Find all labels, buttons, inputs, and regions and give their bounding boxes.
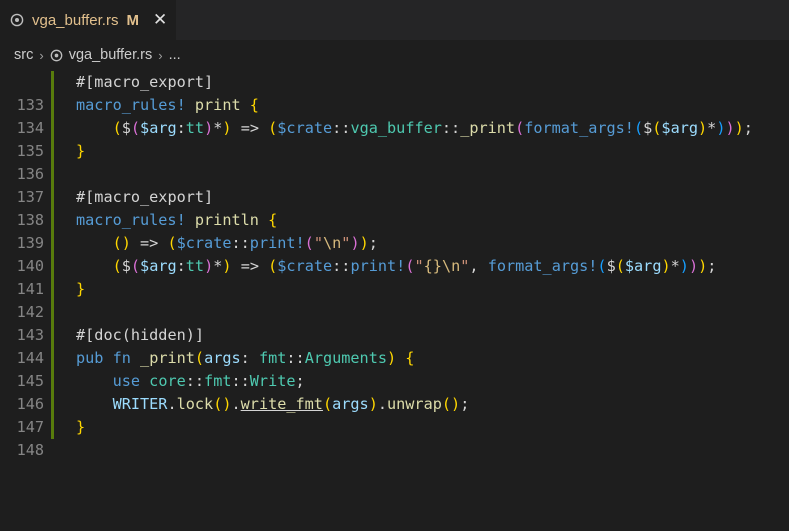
code-text: #[macro_export]: [76, 73, 214, 91]
code-text: }: [76, 142, 86, 160]
rust-file-icon: [50, 49, 63, 61]
breadcrumb: src › vga_buffer.rs › ...: [0, 41, 789, 69]
gutter-change-marker: [51, 71, 54, 94]
modified-badge: M: [126, 11, 139, 29]
code-line: 138 #[macro_export]: [0, 186, 789, 229]
code-line: 142 }: [0, 278, 789, 321]
code-text: }: [76, 280, 86, 298]
gutter-change-marker: [51, 301, 54, 324]
gutter-change-marker: [51, 140, 54, 163]
code-text: #[macro_export]: [76, 188, 214, 206]
gutter-change-marker: [51, 278, 54, 301]
breadcrumb-item-file[interactable]: vga_buffer.rs: [69, 47, 153, 63]
breadcrumb-item-src[interactable]: src: [14, 47, 33, 63]
chevron-right-icon: ›: [158, 47, 163, 63]
tab-bar: vga_buffer.rs M ✕: [0, 0, 789, 41]
code-line: 146 use core::fmt::Write;: [0, 370, 789, 413]
code-text: WRITER.lock().write_fmt(args).unwrap();: [112, 395, 470, 413]
code-text: macro_rules! println {: [76, 211, 278, 229]
code-line: 134 macro_rules! print {: [0, 94, 789, 137]
code-line: 145 pub fn _print(args: fmt::Arguments) …: [0, 347, 789, 390]
code-line: 148 }: [0, 416, 789, 459]
gutter-change-marker: [51, 186, 54, 209]
line-number: 148: [16, 441, 44, 459]
code-text: }: [76, 418, 86, 436]
code-text: ($($arg:tt)*) => ($crate::print!("{}\n",…: [112, 257, 717, 275]
code-line: 137: [0, 163, 789, 206]
code-line: 136 }: [0, 140, 789, 183]
code-text: macro_rules! print {: [76, 96, 259, 114]
tab-vga-buffer[interactable]: vga_buffer.rs M ✕: [0, 0, 177, 40]
gutter-change-marker: [51, 255, 54, 278]
rust-file-icon: [10, 13, 24, 27]
gutter-change-marker: [51, 209, 54, 232]
chevron-right-icon: ›: [39, 47, 44, 63]
gutter-change-marker: [51, 117, 54, 140]
gutter-change-marker: [51, 163, 54, 186]
close-icon[interactable]: ✕: [153, 10, 167, 30]
code-line: 133 #[macro_export]: [0, 71, 789, 114]
gutter-change-marker: [51, 393, 54, 416]
code-line: 140 () => ($crate::print!("\n"));: [0, 232, 789, 275]
tab-filename: vga_buffer.rs: [32, 11, 119, 29]
gutter-change-marker: [51, 232, 54, 255]
code-text: ($($arg:tt)*) => ($crate::vga_buffer::_p…: [112, 119, 753, 137]
code-line: 139 macro_rules! println {: [0, 209, 789, 252]
code-text: () => ($crate::print!("\n"));: [112, 234, 378, 252]
gutter-change-marker: [51, 416, 54, 439]
gutter-change-marker: [51, 347, 54, 370]
code-line: 135 ($($arg:tt)*) => ($crate::vga_buffer…: [0, 117, 789, 160]
breadcrumb-item-symbols[interactable]: ...: [169, 47, 181, 63]
gutter-change-marker: [51, 94, 54, 117]
code-line: 143: [0, 301, 789, 344]
gutter-change-marker: [51, 370, 54, 393]
gutter-change-marker: [51, 324, 54, 347]
code-editor[interactable]: 133 #[macro_export] 134 macro_rules! pri…: [0, 71, 789, 459]
code-text: #[doc(hidden)]: [76, 326, 205, 344]
code-text: use core::fmt::Write;: [112, 372, 305, 390]
code-text: pub fn _print(args: fmt::Arguments) {: [76, 349, 415, 367]
code-line: 147 WRITER.lock().write_fmt(args).unwrap…: [0, 393, 789, 436]
code-line: 141 ($($arg:tt)*) => ($crate::print!("{}…: [0, 255, 789, 298]
code-line: 144 #[doc(hidden)]: [0, 324, 789, 367]
